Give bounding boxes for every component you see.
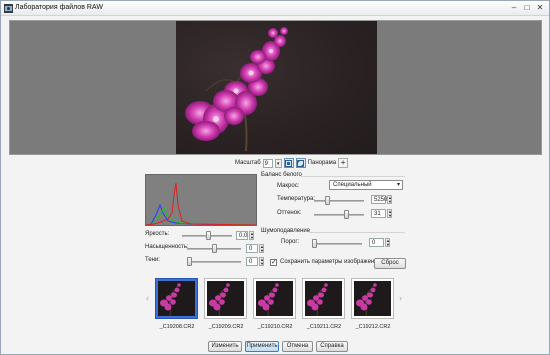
window-title: Лаборатория файлов RAW xyxy=(15,4,103,11)
temperature-input[interactable]: 5250 xyxy=(371,195,387,204)
noise-threshold-spinner[interactable]: ▲ ▼ xyxy=(385,238,390,247)
temperature-spinner[interactable]: ▲ ▼ xyxy=(387,195,392,204)
wb-preset-label: Макрос: xyxy=(277,183,300,189)
change-button[interactable]: Изменить xyxy=(208,341,242,352)
filmstrip-thumbnail[interactable] xyxy=(204,278,247,319)
help-button[interactable]: Справка xyxy=(316,341,348,352)
fit-icon xyxy=(285,159,293,167)
add-panorama-button[interactable]: + xyxy=(338,158,349,168)
thumbnail-filename: _C19211.CR2 xyxy=(306,324,342,330)
saturation-label: Насыщенность: xyxy=(145,244,189,250)
noise-divider xyxy=(309,232,405,233)
full-view-button[interactable] xyxy=(295,158,306,168)
fit-view-button[interactable] xyxy=(283,158,294,168)
tint-slider-thumb[interactable] xyxy=(344,210,349,219)
saturation-slider-thumb[interactable] xyxy=(212,244,217,253)
minimize-button[interactable]: – xyxy=(508,2,520,14)
preview-photo xyxy=(176,21,377,154)
thumbnail-image xyxy=(207,281,244,316)
filmstrip-thumbnail[interactable] xyxy=(253,278,296,319)
brightness-slider-thumb[interactable] xyxy=(206,231,211,240)
cancel-button[interactable]: Отмена xyxy=(282,341,313,352)
save-params-label: Сохранить параметры изображения xyxy=(280,259,381,265)
filmstrip-left-arrow[interactable]: ‹ xyxy=(146,293,149,303)
noise-threshold-input[interactable]: 0 xyxy=(369,238,384,247)
tint-input[interactable]: 31 xyxy=(371,209,386,218)
chevron-down-icon: ▾ xyxy=(396,182,400,188)
thumbnail-filename: _C19212.CR2 xyxy=(355,324,391,330)
thumbnail-image xyxy=(256,281,293,316)
title-bar: Лаборатория файлов RAW – □ ✕ xyxy=(1,1,549,16)
tint-slider-track[interactable] xyxy=(314,214,364,216)
histogram xyxy=(145,174,257,226)
tint-spinner[interactable]: ▲ ▼ xyxy=(387,209,392,218)
app-icon xyxy=(4,4,13,13)
close-button[interactable]: ✕ xyxy=(534,2,546,14)
brightness-input[interactable]: 0,0 xyxy=(236,231,248,240)
maximize-button[interactable]: □ xyxy=(521,2,533,14)
shadows-slider-thumb[interactable] xyxy=(187,257,192,266)
filmstrip-thumbnail[interactable] xyxy=(351,278,394,319)
filmstrip-thumbnail[interactable] xyxy=(155,278,198,319)
zoom-dropdown-button[interactable]: ▾ xyxy=(274,158,282,168)
brightness-label: Яркость: xyxy=(145,231,170,237)
temperature-slider-thumb[interactable] xyxy=(325,196,330,205)
thumbnail-image xyxy=(158,281,195,316)
wb-preset-select[interactable]: Специальный ▾ xyxy=(329,180,403,190)
noise-slider-thumb[interactable] xyxy=(312,239,317,248)
saturation-spinner[interactable]: ▲ ▼ xyxy=(259,244,264,253)
shadows-input[interactable]: 0 xyxy=(246,257,258,266)
brightness-spinner[interactable]: ▲ ▼ xyxy=(249,231,254,240)
white-balance-divider xyxy=(301,176,405,177)
apply-button[interactable]: Применить xyxy=(245,341,279,352)
zoom-label: Масштаб xyxy=(235,160,261,166)
white-balance-group-label: Баланс белого xyxy=(261,172,302,178)
tint-label: Оттенок: xyxy=(277,210,302,216)
saturation-input[interactable]: 0 xyxy=(246,244,258,253)
histogram-graph xyxy=(145,182,257,226)
zoom-toolbar: Масштаб 9 ▾ Панорама + xyxy=(235,158,349,168)
noise-threshold-label: Порог: xyxy=(281,239,300,245)
shadows-slider-track[interactable] xyxy=(187,261,241,263)
thumbnail-filename: _C19210.CR2 xyxy=(257,324,293,330)
noise-group-label: Шумоподавление xyxy=(261,228,311,234)
thumbnail-image xyxy=(354,281,391,316)
panorama-label: Панорама xyxy=(307,160,337,166)
expand-icon xyxy=(297,159,305,167)
reset-button[interactable]: Сброс xyxy=(374,258,406,269)
filmstrip-right-arrow[interactable]: › xyxy=(399,293,402,303)
save-params-checkbox[interactable]: ✓ xyxy=(270,259,277,266)
orchid-image xyxy=(185,27,288,152)
filmstrip-thumbnail[interactable] xyxy=(302,278,345,319)
temperature-slider-track[interactable] xyxy=(314,200,364,202)
noise-slider-track[interactable] xyxy=(312,243,362,245)
image-preview[interactable] xyxy=(9,20,542,155)
thumbnail-filename: _C19208.CR2 xyxy=(159,324,195,330)
shadows-spinner[interactable]: ▲ ▼ xyxy=(259,257,264,266)
wb-preset-value: Специальный xyxy=(333,182,372,188)
shadows-label: Тени: xyxy=(145,257,160,263)
thumbnail-image xyxy=(305,281,342,316)
thumbnail-filename: _C19209.CR2 xyxy=(208,324,244,330)
zoom-input[interactable]: 9 xyxy=(262,158,273,168)
temperature-label: Температура: xyxy=(277,196,316,202)
